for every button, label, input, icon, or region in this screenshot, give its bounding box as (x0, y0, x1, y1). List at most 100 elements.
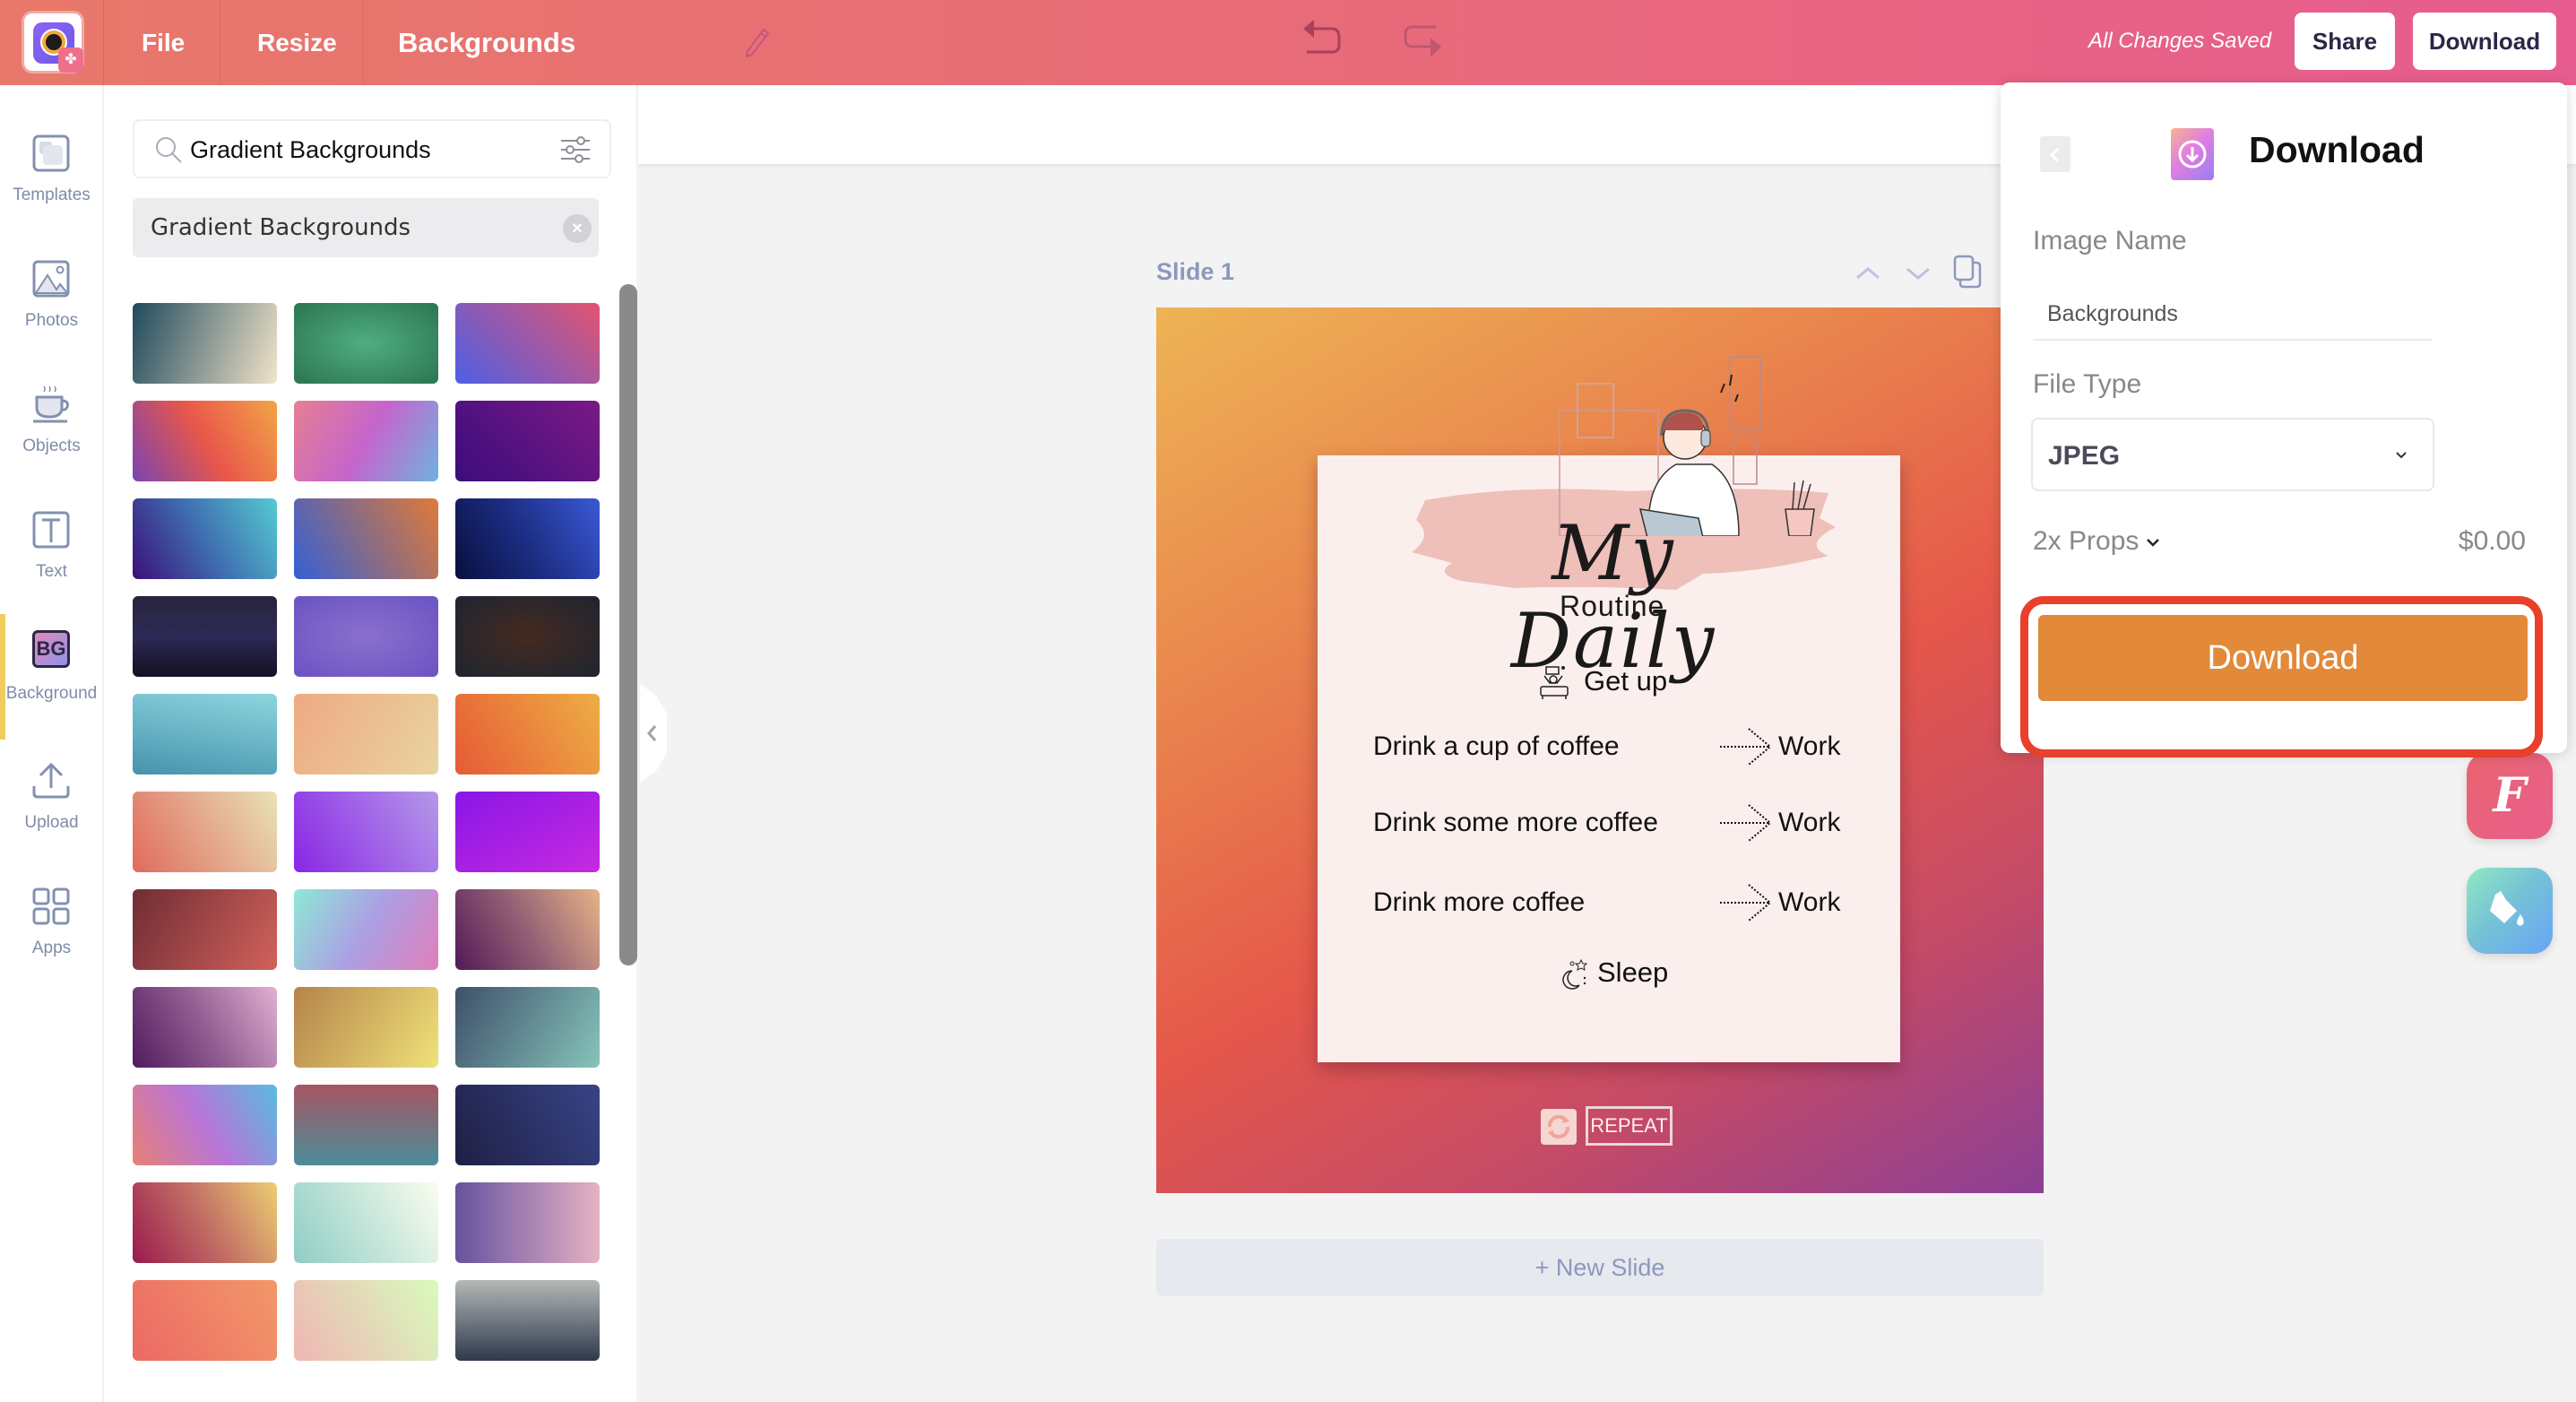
gradient-swatch[interactable] (294, 596, 438, 677)
gradient-swatch[interactable] (294, 792, 438, 872)
gradient-swatch[interactable] (133, 1182, 277, 1263)
gradient-swatch[interactable] (294, 303, 438, 384)
image-name-input[interactable] (2033, 289, 2433, 341)
gradient-swatch[interactable] (455, 1085, 600, 1165)
gradient-swatch[interactable] (133, 303, 277, 384)
filter-chip: Gradient Backgrounds × (133, 198, 599, 257)
divider (103, 0, 104, 85)
gradient-swatch[interactable] (294, 498, 438, 579)
gradient-swatch[interactable] (455, 792, 600, 872)
bg-icon: BG (32, 630, 70, 668)
menu-resize[interactable]: Resize (257, 0, 337, 85)
save-status: All Changes Saved (2088, 29, 2272, 53)
routine-result: Work (1778, 731, 1841, 761)
gradient-swatch[interactable] (455, 987, 600, 1068)
routine-row: Drink some more coffee Work (1373, 801, 1857, 845)
gradient-swatch[interactable] (455, 498, 600, 579)
gradient-swatch[interactable] (455, 694, 600, 775)
gradient-swatch[interactable] (294, 1085, 438, 1165)
sidebar-item-background[interactable]: BG Background (0, 614, 103, 740)
bed-wake-icon (1540, 665, 1569, 699)
gradient-swatch[interactable] (294, 987, 438, 1068)
download-button[interactable]: Download (2038, 615, 2528, 701)
sidebar-item-apps[interactable]: Apps (0, 874, 103, 991)
file-type-select[interactable]: JPEG (2031, 418, 2434, 491)
filter-chip-label: Gradient Backgrounds (151, 214, 411, 241)
gradient-swatch[interactable] (455, 1182, 600, 1263)
divider (363, 0, 364, 85)
card-subtitle: Routine (1560, 590, 1665, 622)
end-step: Sleep (1560, 953, 1668, 992)
back-button[interactable] (2040, 136, 2070, 172)
gradient-swatch[interactable] (294, 694, 438, 775)
gradient-swatch[interactable] (133, 987, 277, 1068)
panel-scrollbar[interactable] (619, 284, 637, 965)
dotted-arrow-icon (1720, 728, 1772, 766)
upload-icon (32, 762, 70, 799)
gradient-swatch[interactable] (294, 889, 438, 970)
left-sidebar: Templates Photos Objects Text BG Backgro… (0, 85, 103, 1402)
gradient-swatch[interactable] (133, 792, 277, 872)
sidebar-item-text[interactable]: Text (0, 498, 103, 614)
gradient-swatch[interactable] (133, 401, 277, 481)
repeat-label: REPEAT (1586, 1106, 1673, 1146)
search-input[interactable] (190, 130, 549, 169)
duplicate-icon[interactable] (1952, 255, 1983, 289)
gradient-swatch[interactable] (455, 889, 600, 970)
new-slide-button[interactable]: + New Slide (1156, 1239, 2044, 1296)
pencil-icon[interactable] (744, 27, 771, 59)
gradient-swatch[interactable] (294, 401, 438, 481)
app-logo-icon[interactable]: ✤ (22, 11, 84, 74)
props-dropdown[interactable]: 2x Props (2033, 526, 2160, 557)
slide-canvas[interactable]: My Daily Routine Get up Drink a cup of c… (1156, 307, 2044, 1193)
gradient-swatch[interactable] (133, 694, 277, 775)
gradient-swatch[interactable] (294, 1280, 438, 1361)
coffee-cup-icon (33, 385, 69, 423)
fill-tool-button[interactable] (2467, 868, 2553, 954)
sidebar-item-photos[interactable]: Photos (0, 247, 103, 363)
sidebar-item-templates[interactable]: Templates (0, 121, 103, 238)
sidebar-item-upload[interactable]: Upload (0, 749, 103, 865)
gradient-swatch[interactable] (294, 1182, 438, 1263)
slide-label: Slide 1 (1156, 258, 1235, 285)
download-logo-icon (2171, 128, 2214, 180)
backgrounds-panel: Gradient Backgrounds × (104, 85, 637, 1402)
paint-bucket-icon (2490, 891, 2524, 926)
routine-action: Drink more coffee (1373, 887, 1586, 917)
start-step: Get up (1537, 662, 1667, 701)
sidebar-item-objects[interactable]: Objects (0, 372, 103, 489)
gradient-swatch[interactable] (133, 889, 277, 970)
dotted-arrow-icon (1720, 884, 1772, 922)
dotted-arrow-icon (1720, 804, 1772, 842)
share-button[interactable]: Share (2295, 13, 2395, 70)
routine-action: Drink a cup of coffee (1373, 731, 1620, 761)
chevron-up-icon[interactable] (1852, 260, 1884, 287)
gradient-swatch[interactable] (133, 1280, 277, 1361)
moon-stars-icon (1562, 958, 1588, 990)
gradient-swatch[interactable] (133, 498, 277, 579)
filter-sliders-icon[interactable] (559, 135, 592, 164)
routine-card[interactable]: My Daily Routine Get up Drink a cup of c… (1318, 356, 1900, 1062)
gradient-swatch[interactable] (455, 1280, 600, 1361)
routine-row: Drink more coffee Work (1373, 880, 1857, 925)
undo-icon[interactable] (1300, 18, 1344, 61)
gradient-swatch[interactable] (133, 1085, 277, 1165)
document-title[interactable]: Backgrounds (398, 0, 575, 85)
apps-grid-icon (32, 887, 70, 925)
gradient-swatch[interactable] (455, 303, 600, 384)
font-tool-button[interactable]: F (2467, 753, 2553, 839)
search-icon (156, 137, 182, 163)
chevron-down-icon (2147, 539, 2160, 547)
menu-file[interactable]: File (142, 0, 185, 85)
gradient-swatch[interactable] (133, 596, 277, 677)
collapse-panel-handle[interactable] (640, 684, 667, 783)
download-button-top[interactable]: Download (2413, 13, 2556, 70)
image-name-label: Image Name (2033, 226, 2187, 255)
redo-icon[interactable] (1400, 18, 1445, 61)
gradient-swatch[interactable] (455, 401, 600, 481)
download-modal: Download Image Name File Type JPEG 2x Pr… (2001, 82, 2567, 757)
gradient-swatch[interactable] (455, 596, 600, 677)
close-icon[interactable]: × (563, 214, 592, 243)
chevron-down-icon[interactable] (1902, 260, 1934, 287)
chevron-left-icon (2049, 147, 2060, 163)
